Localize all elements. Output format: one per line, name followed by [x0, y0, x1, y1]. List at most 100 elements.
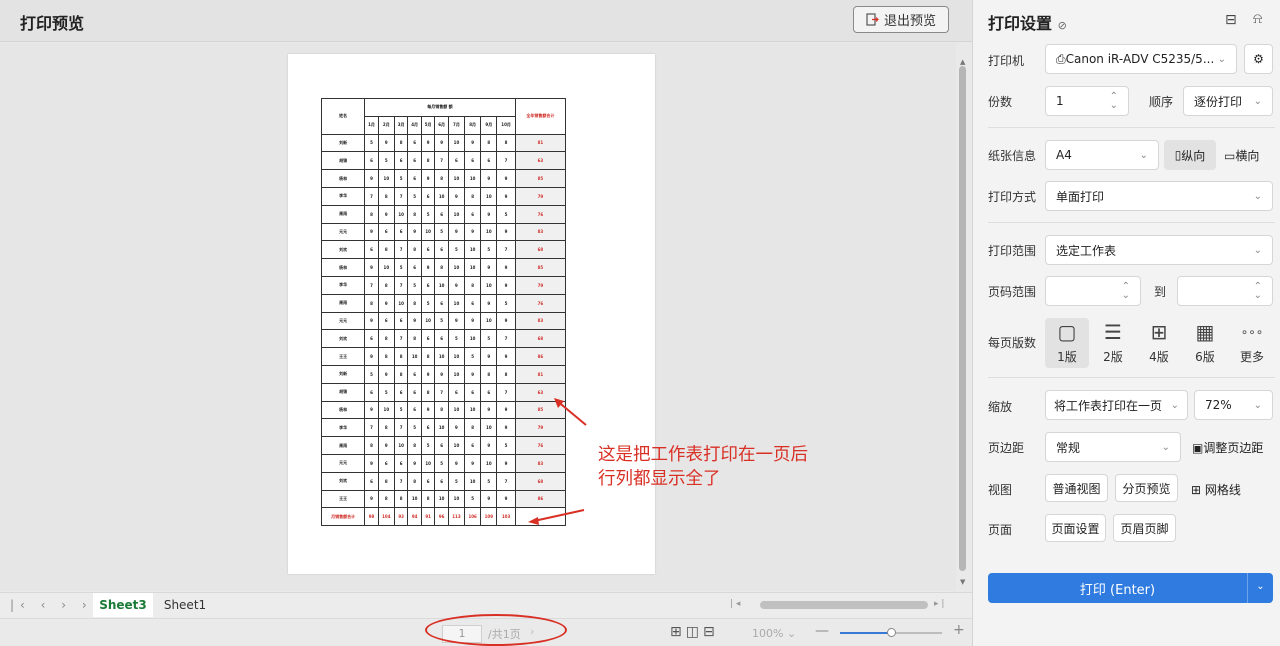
page-from-input[interactable]: ⌃ ⌄	[1045, 276, 1141, 306]
scroll-up-icon[interactable]: ▲	[960, 58, 965, 66]
table-cell: 9	[420, 169, 436, 188]
table-cell: 6	[420, 186, 436, 206]
table-cell: 6	[420, 240, 436, 260]
table-cell: 10	[464, 169, 482, 188]
printer-icon: ⎙	[1056, 51, 1066, 66]
print-range-label: 打印范围	[988, 244, 1037, 258]
stepper-icon[interactable]: ⌃ ⌄	[1110, 92, 1118, 111]
order-select[interactable]: 逐份打印 ⌄	[1183, 86, 1273, 116]
margin-select[interactable]: 常规 ⌄	[1045, 432, 1181, 462]
month-header-cell: 5月	[420, 115, 436, 135]
table-cell: 5	[434, 222, 449, 242]
table-cell: 5	[364, 133, 379, 153]
paper-select[interactable]: A4 ⌄	[1045, 140, 1159, 170]
table-cell: 5	[496, 436, 516, 455]
table-cell: 7	[364, 418, 379, 438]
table-cell: 胡锦	[320, 382, 366, 402]
table-cell: 6	[447, 382, 466, 402]
hscroll-left-icon[interactable]: | ◂	[730, 599, 740, 609]
header-total-cell: 全年销售额合计	[514, 98, 567, 135]
per-page-label: 每页版数	[988, 336, 1037, 350]
table-cell: 8	[377, 347, 395, 366]
stepper-icon[interactable]: ⌃ ⌄	[1254, 282, 1262, 301]
sheet-nav-icons[interactable]: |‹ ‹ › ›|	[10, 598, 103, 612]
chevron-down-icon: ⌄	[1139, 149, 1148, 161]
table-cell: 8	[407, 293, 422, 313]
print-range-select[interactable]: 选定工作表 ⌄	[1045, 235, 1273, 265]
sheet-tab-sheet1[interactable]: Sheet1	[160, 593, 210, 617]
table-cell: 9	[447, 453, 466, 473]
zoom-in-icon[interactable]: +	[953, 622, 965, 638]
layout-6-button[interactable]: ▦ 6版	[1186, 320, 1224, 365]
footer-cell: 106	[464, 507, 482, 527]
page-setup-button[interactable]: 页面设置	[1045, 514, 1106, 542]
table-cell: 周雨	[320, 293, 366, 313]
portrait-label: 纵向	[1181, 148, 1206, 163]
table-cell: 83	[514, 311, 567, 331]
help-icon[interactable]: ⊘	[1058, 19, 1067, 32]
panel-toggle-icon[interactable]: ⊟	[1225, 12, 1237, 28]
copies-stepper[interactable]: 1 ⌃ ⌄	[1045, 86, 1129, 116]
zoom-out-icon[interactable]: —	[815, 623, 829, 639]
table-cell: 10	[447, 364, 466, 384]
page-to-input[interactable]: ⌃ ⌄	[1177, 276, 1273, 306]
table-cell: 8	[407, 471, 422, 491]
horizontal-scroll-thumb[interactable]	[760, 601, 928, 609]
portrait-button[interactable]: ▯ 纵向	[1164, 140, 1216, 170]
table-cell: 10	[480, 222, 498, 242]
annotation-circle	[425, 614, 567, 646]
adjust-margin-button[interactable]: ▣调整页边距	[1192, 439, 1263, 456]
layout-1-button[interactable]: ▢ 1版	[1045, 318, 1089, 368]
table-cell: 7	[393, 240, 409, 260]
table-cell: 9	[480, 258, 498, 277]
hscroll-right-icon[interactable]: ▸ |	[934, 599, 944, 609]
normal-view-button[interactable]: 普通视图	[1045, 474, 1108, 502]
table-row: 刘欢 6 8 7 8 6 6 5 10 5 7 68	[320, 240, 567, 260]
gridlines-checkbox[interactable]: ⊞ 网格线	[1191, 481, 1241, 498]
scale-percent-select[interactable]: 72% ⌄	[1194, 390, 1273, 420]
footer-cell: 113	[447, 507, 466, 527]
landscape-button[interactable]: ▭横向	[1224, 147, 1259, 164]
table-cell: 9	[364, 453, 379, 473]
sheet-tab-sheet3[interactable]: Sheet3	[93, 593, 153, 617]
table-cell: 10	[480, 275, 498, 295]
zoom-slider-knob[interactable]	[887, 628, 896, 637]
page-break-preview-button[interactable]: 分页预览	[1115, 474, 1178, 502]
table-cell: 9	[496, 222, 516, 242]
table-cell: 9	[447, 186, 466, 206]
header-footer-button[interactable]: 页眉页脚	[1113, 514, 1176, 542]
landscape-label: 横向	[1235, 149, 1260, 163]
view-mode-icons[interactable]: ⊞◫⊟	[670, 624, 719, 640]
scale-select[interactable]: 将工作表打印在一页 ⌄	[1045, 390, 1188, 420]
table-cell: 7	[434, 151, 449, 171]
header-group-cell: 每月销售额 额	[364, 98, 516, 117]
vertical-scroll-thumb[interactable]	[959, 66, 966, 571]
stepper-icon[interactable]: ⌃ ⌄	[1122, 282, 1130, 301]
chevron-down-icon[interactable]: ⌄	[1247, 573, 1273, 603]
printer-value: Canon iR-ADV C5235/5...	[1065, 51, 1215, 66]
table-cell: 6	[434, 240, 449, 260]
table-cell: 5	[393, 400, 409, 420]
print-button[interactable]: 打印 (Enter) ⌄	[988, 573, 1273, 603]
scroll-down-icon[interactable]: ▼	[960, 578, 965, 586]
layout-2-button[interactable]: ☰ 2版	[1094, 320, 1132, 365]
table-cell: 8	[377, 471, 395, 491]
table-cell: 9	[480, 169, 498, 188]
layout-4-button[interactable]: ⊞ 4版	[1140, 320, 1178, 365]
printer-settings-button[interactable]: ⚙	[1244, 44, 1273, 74]
pin-icon[interactable]: ⍾	[1253, 11, 1262, 27]
table-cell: 5	[496, 293, 516, 313]
table-cell: 6	[407, 382, 422, 402]
table-row: 周雨 8 9 10 8 5 6 10 6 9 5 76	[320, 204, 567, 224]
exit-preview-button[interactable]: 退出预览	[853, 6, 949, 33]
zoom-level[interactable]: 100% ⌄	[752, 627, 796, 640]
print-mode-select[interactable]: 单面打印 ⌄	[1045, 181, 1273, 211]
table-cell: 6	[364, 240, 379, 260]
table-cell: 5	[447, 471, 466, 491]
table-cell: 10	[377, 400, 395, 420]
more-layouts-button[interactable]: ∘∘∘ 更多	[1233, 320, 1271, 365]
table-cell: 5	[434, 311, 449, 331]
printer-select[interactable]: ⎙Canon iR-ADV C5235/5... ⌄	[1045, 44, 1237, 74]
table-cell: 9	[447, 418, 466, 438]
layout-2-icon: ☰	[1104, 320, 1122, 344]
